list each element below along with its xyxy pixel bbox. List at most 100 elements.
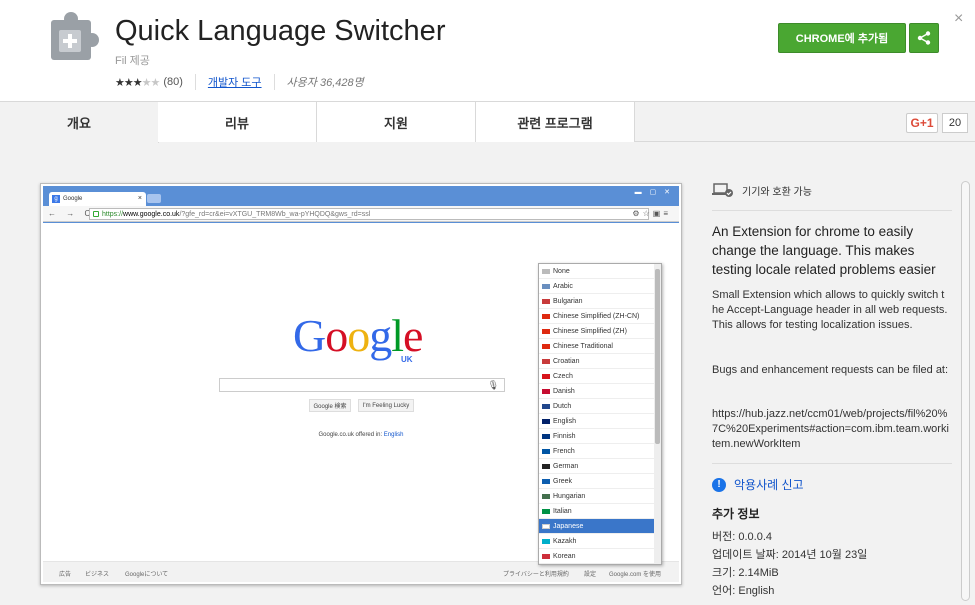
language-option: Chinese Traditional	[539, 339, 656, 354]
tab-related[interactable]: 관련 프로그램	[476, 102, 635, 142]
flag-icon	[542, 539, 550, 544]
offered-language-link: English	[383, 432, 404, 438]
lock-icon	[93, 211, 99, 217]
category-link[interactable]: 개발자 도구	[208, 74, 262, 90]
flag-icon	[542, 374, 550, 379]
language-option: None	[539, 264, 656, 279]
flag-icon	[542, 329, 550, 334]
language-option: Chinese Simplified (ZH)	[539, 324, 656, 339]
share-icon	[917, 31, 931, 45]
report-abuse-link[interactable]: ! 악용사례 신고	[712, 476, 804, 493]
tab-reviews[interactable]: 리뷰	[158, 102, 317, 142]
flag-icon	[542, 419, 550, 424]
browser-window: g Google × ▬ ▢ ✕ ← → C https://www.googl…	[43, 186, 679, 582]
additional-info-heading: 추가 정보	[712, 507, 760, 521]
description-para-3: https://hub.jazz.net/ccm01/web/projects/…	[712, 408, 949, 450]
language-option: Croatian	[539, 354, 656, 369]
flag-icon	[542, 479, 550, 484]
share-button[interactable]	[909, 23, 939, 53]
language-option: Kazakh	[539, 534, 656, 549]
flag-icon	[542, 524, 550, 529]
rating-count[interactable]: (80)	[163, 76, 183, 88]
divider	[712, 463, 952, 464]
short-description: An Extension for chrome to easily change…	[712, 224, 936, 277]
gplus-count: 20	[942, 113, 968, 133]
user-count: 사용자 36,428명	[286, 77, 364, 89]
flag-icon	[542, 404, 550, 409]
provider-label: Fil 제공	[115, 55, 150, 67]
language-option: English	[539, 414, 656, 429]
language-option: Greek	[539, 474, 656, 489]
close-icon: ×	[137, 195, 142, 202]
microphone-icon: 🎙	[487, 380, 499, 390]
alert-icon: !	[712, 477, 726, 492]
description-para-2: Bugs and enhancement requests can be fil…	[712, 364, 949, 376]
language-option: French	[539, 444, 656, 459]
language-option: Danish	[539, 384, 656, 399]
language-option: Japanese	[539, 519, 656, 534]
size-info: 크기: 2.14MiB	[712, 567, 779, 579]
flag-icon	[542, 299, 550, 304]
tab-bar: 개요 리뷰 지원 관련 프로그램	[0, 102, 975, 143]
puzzle-piece-icon	[51, 12, 99, 60]
url-protocol: https://	[102, 211, 124, 218]
flag-icon	[542, 344, 550, 349]
language-option: Czech	[539, 369, 656, 384]
window-controls-icon: ▬ ▢ ✕	[634, 189, 673, 196]
page-scrollbar[interactable]	[961, 181, 970, 601]
flag-icon	[542, 284, 550, 289]
meta-row: ★★★★★ (80) 개발자 도구 사용자 36,428명	[115, 74, 364, 90]
tab-overview[interactable]: 개요	[0, 102, 159, 143]
language-option: Italian	[539, 504, 656, 519]
tab-support[interactable]: 지원	[317, 102, 476, 142]
compatibility: 기기와 호환 가능	[712, 182, 812, 198]
language-option: Hungarian	[539, 489, 656, 504]
google-logo: Google	[293, 310, 423, 361]
language-option: Korean	[539, 549, 656, 564]
language-option: Dutch	[539, 399, 656, 414]
address-bar: https://www.google.co.uk/?gfe_rd=cr&ei=v…	[89, 208, 649, 220]
language-option: German	[539, 459, 656, 474]
screenshot-preview[interactable]: g Google × ▬ ▢ ✕ ← → C https://www.googl…	[40, 183, 682, 585]
flag-icon	[542, 449, 550, 454]
google-search-button: Google 検索	[309, 399, 351, 412]
feeling-lucky-button: I'm Feeling Lucky	[358, 399, 414, 412]
browser-tab: g Google ×	[49, 192, 146, 206]
url-host: www.google.co.uk	[123, 211, 180, 218]
rating-stars[interactable]: ★★★★★	[115, 76, 160, 89]
browser-page: Google UK 🎙 Google 検索 I'm Feeling Lucky …	[43, 223, 679, 582]
flag-icon	[542, 269, 550, 274]
language-option: Arabic	[539, 279, 656, 294]
browser-toolbar: ← → C https://www.google.co.uk/?gfe_rd=c…	[43, 206, 679, 222]
added-to-chrome-button[interactable]: CHROME에 추가됨	[778, 23, 906, 53]
divider	[194, 74, 196, 90]
language-option: Chinese Simplified (ZH-CN)	[539, 309, 656, 324]
flag-icon	[542, 509, 550, 514]
dropdown-scrollbar	[654, 264, 661, 564]
gplus-button[interactable]: G+1	[906, 113, 938, 133]
language-list: None Arabic Bulgarian Chinese Simplified (Z…	[539, 264, 661, 564]
browser-tab-title: Google	[63, 196, 83, 202]
extension-title: Quick Language Switcher	[115, 15, 446, 47]
nav-arrows-icon: ← → C	[48, 209, 95, 218]
new-tab-icon	[147, 194, 161, 203]
language-info: 언어: English	[712, 585, 775, 597]
language-option: Bulgarian	[539, 294, 656, 309]
url-path: /?gfe_rd=cr&ei=vXTGU_TRM8Wb_wa-pYHQDQ&gw…	[179, 211, 371, 218]
flag-icon	[542, 389, 550, 394]
flag-icon	[542, 359, 550, 364]
updated-info: 업데이트 날짜: 2014년 10월 23일	[712, 549, 868, 561]
compat-label: 기기와 호환 가능	[742, 186, 812, 198]
divider	[273, 74, 275, 90]
close-icon[interactable]: ×	[954, 10, 963, 28]
language-option: Finnish	[539, 429, 656, 444]
google-favicon-icon: g	[52, 195, 60, 203]
device-compat-icon	[712, 183, 733, 197]
language-dropdown: None Arabic Bulgarian Chinese Simplified (Z…	[538, 263, 662, 565]
item-header: Quick Language Switcher Fil 제공 ★★★★★ (80…	[0, 0, 975, 102]
google-region: UK	[401, 355, 413, 364]
toolbar-icons: ⚙☆▣≡	[632, 209, 671, 218]
flag-icon	[542, 464, 550, 469]
flag-icon	[542, 434, 550, 439]
flag-icon	[542, 494, 550, 499]
